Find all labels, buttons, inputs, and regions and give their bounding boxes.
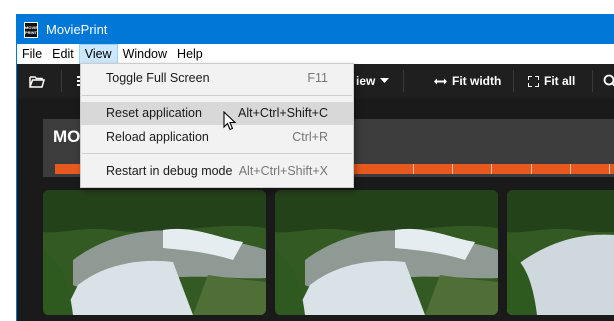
view-dropdown-button[interactable]: iew [356,64,389,98]
menu-window[interactable]: Window [118,44,172,64]
timeline-tick [452,164,453,174]
menu-item-shortcut: Alt+Ctrl+Shift+X [239,160,328,183]
open-folder-button[interactable] [29,64,45,98]
timeline-tick [413,164,414,174]
timeline-tick [570,164,571,174]
menu-edit[interactable]: Edit [47,44,79,64]
fit-all-button[interactable]: Fit all [528,64,575,98]
toolbar-separator [403,70,404,92]
toolbar-separator [513,70,514,92]
menu-separator [82,153,352,154]
menu-item-shortcut: F11 [307,67,328,90]
caret-down-icon [380,78,389,84]
waterfall-image [275,190,498,315]
toolbar-separator [592,70,593,92]
timeline-tick [531,164,532,174]
fit-width-label: Fit width [452,74,501,88]
menu-item-label: Toggle Full Screen [106,67,210,90]
toolbar-separator [61,70,62,92]
thumbnail[interactable] [275,190,498,315]
view-dropdown-label: iew [356,74,375,88]
menu-help[interactable]: Help [172,44,208,64]
menu-item-shortcut: Alt+Ctrl+Shift+C [238,102,328,125]
waterfall-image [507,190,614,315]
menu-item-shortcut: Ctrl+R [292,126,328,149]
fit-width-button[interactable]: Fit width [434,64,501,98]
zoom-icon [603,74,614,88]
menu-item-label: Restart in debug mode [106,160,232,183]
timeline-tick [609,164,610,174]
menu-bar: File Edit View Window Help [17,44,614,64]
menu-item-label: Reload application [106,126,209,149]
timeline-tick [491,164,492,174]
fit-all-icon [528,76,539,87]
menu-separator [82,95,352,96]
zoom-button[interactable] [603,64,614,98]
app-icon: MOVIE PRINT [24,22,38,38]
folder-open-icon [29,75,45,88]
view-menu-dropdown: Toggle Full Screen F11 Reset application… [80,63,354,188]
menu-item-reload-application[interactable]: Reload application Ctrl+R [81,126,353,149]
thumbnail[interactable] [507,190,614,315]
menu-item-toggle-full-screen[interactable]: Toggle Full Screen F11 [81,67,353,90]
fit-all-label: Fit all [544,74,575,88]
menu-file[interactable]: File [17,44,47,64]
menu-item-label: Reset application [106,102,202,125]
fit-width-icon [434,77,447,86]
title-bar: MOVIE PRINT MoviePrint [17,15,614,44]
waterfall-image [43,190,266,315]
menu-item-restart-debug-mode[interactable]: Restart in debug mode Alt+Ctrl+Shift+X [81,160,353,183]
mouse-cursor-icon [223,111,237,131]
thumbnail[interactable] [43,190,266,315]
menu-view[interactable]: View [79,44,118,64]
menu-item-reset-application[interactable]: Reset application Alt+Ctrl+Shift+C [81,102,353,125]
window-title: MoviePrint [46,22,107,37]
